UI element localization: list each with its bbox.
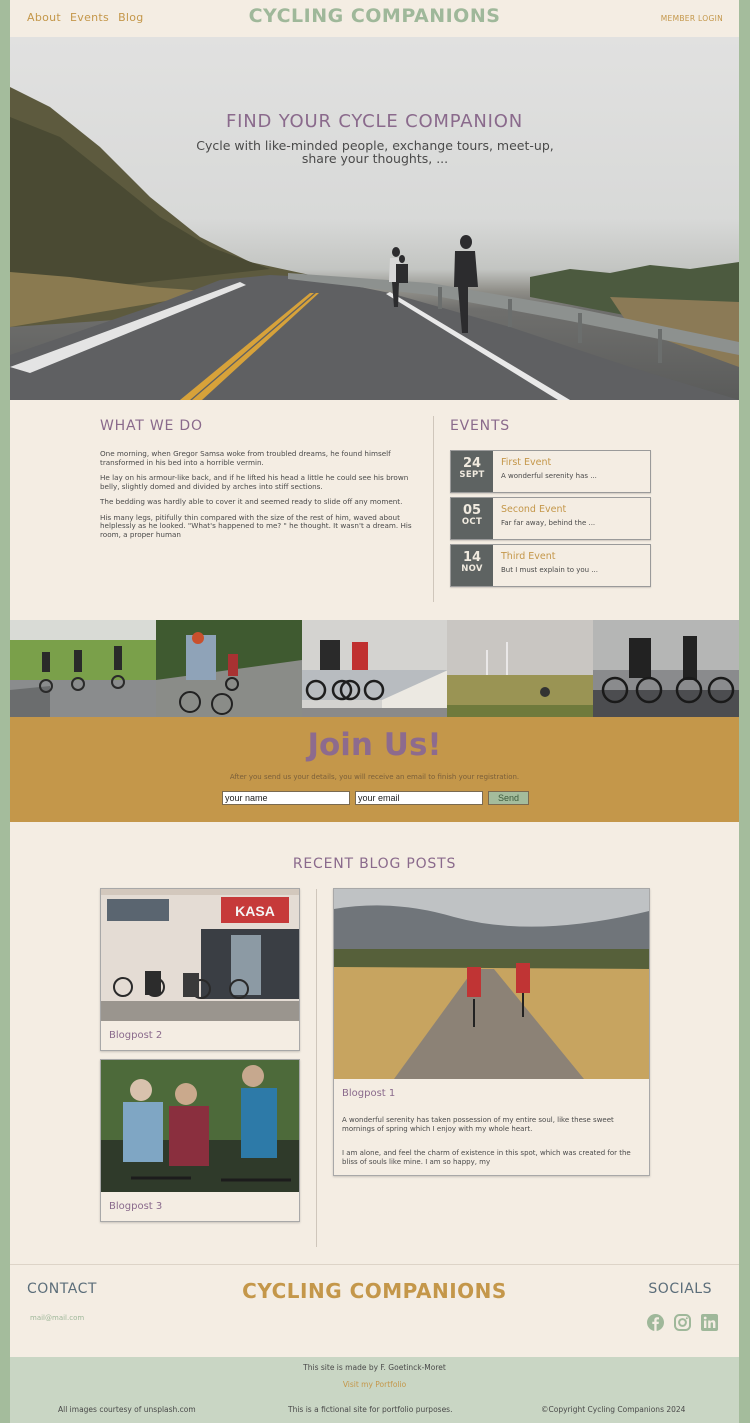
event-description: A wonderful serenity has ... xyxy=(501,472,597,480)
site-logo[interactable]: CYCLING COMPANIONS xyxy=(10,5,739,27)
event-date: 24 SEPT xyxy=(451,451,493,492)
blogpost-2-card[interactable]: KASA Blogpost 2 xyxy=(100,888,300,1051)
facebook-icon[interactable] xyxy=(647,1314,664,1331)
registration-form: Send xyxy=(222,791,529,805)
shop-sign-text: KASA xyxy=(235,903,275,919)
blog-heading: RECENT BLOG POSTS xyxy=(292,856,457,872)
blogpost-1-card[interactable]: Blogpost 1 A wonderful serenity has take… xyxy=(333,888,650,1176)
send-button[interactable]: Send xyxy=(488,791,529,805)
events-heading: EVENTS xyxy=(450,418,510,434)
blogpost-3-card[interactable]: Blogpost 3 xyxy=(100,1059,300,1222)
event-title: Third Event xyxy=(501,551,556,562)
gallery-photo-road-cyclists xyxy=(10,620,156,717)
blogpost-3-image xyxy=(101,1060,299,1192)
blogpost-1-paragraph: I am alone, and feel the charm of existe… xyxy=(342,1149,631,1166)
what-we-do-paragraph: The bedding was hardly able to cover it … xyxy=(100,497,403,506)
event-day: 14 xyxy=(462,550,482,565)
what-we-do-heading: WHAT WE DO xyxy=(100,418,203,434)
fictional-site-text: This is a fictional site for portfolio p… xyxy=(288,1405,453,1414)
event-card-second[interactable]: 05 OCT Second Event Far far away, behind… xyxy=(450,497,651,540)
event-card-third[interactable]: 14 NOV Third Event But I must explain to… xyxy=(450,544,651,587)
join-subtitle: After you send us your details, you will… xyxy=(229,773,520,781)
what-we-do-paragraph: His many legs, pitifully thin compared w… xyxy=(100,512,412,539)
join-heading: Join Us! xyxy=(307,727,442,763)
event-date: 14 NOV xyxy=(451,545,493,586)
blog-divider xyxy=(316,889,317,1247)
blogpost-1-image xyxy=(334,889,649,1079)
gallery-photo-sunset-riders xyxy=(593,620,739,717)
page: About Events Blog CYCLING COMPANIONS MEM… xyxy=(10,0,739,1423)
event-day: 05 xyxy=(462,503,482,518)
gallery-photo-beach-riders xyxy=(301,620,448,717)
contact-email-link[interactable]: mail@mail.com xyxy=(30,1314,84,1322)
portfolio-link[interactable]: Visit my Portfolio xyxy=(10,1380,739,1389)
hero-banner: FIND YOUR CYCLE COMPANION Cycle with lik… xyxy=(10,37,739,400)
gallery-photo-windmills xyxy=(447,620,594,717)
blogpost-1-title[interactable]: Blogpost 1 xyxy=(342,1088,395,1099)
blogpost-1-paragraph: A wonderful serenity has taken possessio… xyxy=(342,1116,614,1133)
what-we-do-paragraph: One morning, when Gregor Samsa woke from… xyxy=(100,449,391,467)
event-description: But I must explain to you ... xyxy=(501,566,598,574)
hero-image xyxy=(10,87,739,400)
footer-divider xyxy=(10,1264,739,1265)
gallery-photo-forest-rider xyxy=(155,620,302,717)
photo-gallery xyxy=(10,620,739,717)
event-month: NOV xyxy=(461,564,483,574)
hero-title: FIND YOUR CYCLE COMPANION xyxy=(226,111,523,132)
member-login-link[interactable]: MEMBER LOGIN xyxy=(661,14,723,23)
hero-subtitle: Cycle with like-minded people, exchange … xyxy=(196,138,554,166)
email-input[interactable] xyxy=(355,791,483,805)
blogpost-2-image: KASA xyxy=(101,889,299,1021)
event-description: Far far away, behind the ... xyxy=(501,519,596,527)
name-input[interactable] xyxy=(222,791,350,805)
event-card-first[interactable]: 24 SEPT First Event A wonderful serenity… xyxy=(450,450,651,493)
section-divider xyxy=(433,416,434,602)
event-title: Second Event xyxy=(501,504,567,515)
blogpost-2-title[interactable]: Blogpost 2 xyxy=(109,1030,162,1041)
event-month: OCT xyxy=(461,517,483,527)
footer-logo[interactable]: CYCLING COMPANIONS xyxy=(10,1279,739,1303)
event-day: 24 xyxy=(462,456,482,471)
what-we-do-section: WHAT WE DO One morning, when Gregor Sams… xyxy=(100,418,420,539)
event-month: SEPT xyxy=(459,470,485,480)
site-header: About Events Blog CYCLING COMPANIONS MEM… xyxy=(10,0,739,37)
linkedin-icon[interactable] xyxy=(701,1314,718,1331)
made-by-text: This site is made by F. Goetinck-Moret xyxy=(303,1363,446,1372)
event-date: 05 OCT xyxy=(451,498,493,539)
footer-bottom-bar: This site is made by F. Goetinck-Moret V… xyxy=(10,1357,739,1423)
copyright-text: ©Copyright Cycling Companions 2024 xyxy=(541,1405,686,1414)
event-title: First Event xyxy=(501,457,552,468)
blogpost-3-title[interactable]: Blogpost 3 xyxy=(109,1201,162,1212)
what-we-do-paragraph: He lay on his armour-like back, and if h… xyxy=(100,473,409,491)
socials-heading: SOCIALS xyxy=(648,1281,712,1297)
instagram-icon[interactable] xyxy=(674,1314,691,1331)
join-section: Join Us! After you send us your details,… xyxy=(10,717,739,822)
images-credit-text: All images courtesy of unsplash.com xyxy=(58,1405,196,1414)
